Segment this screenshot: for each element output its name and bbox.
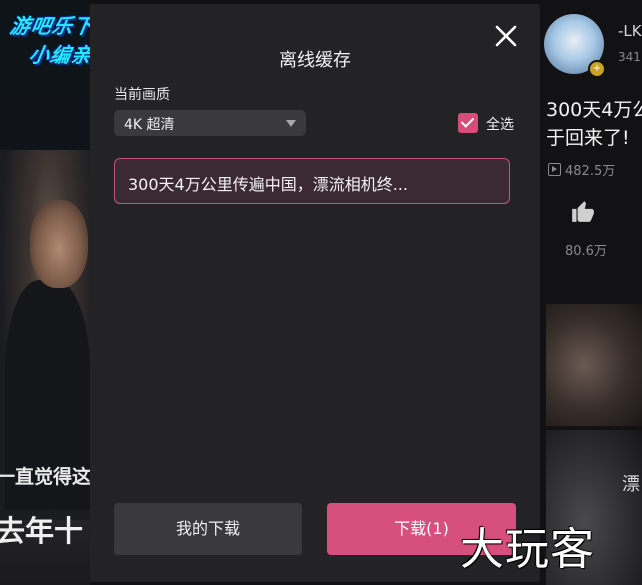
related-video-thumbnail[interactable] bbox=[546, 304, 642, 426]
cache-item-title: 300天4万公里传遍中国，漂流相机终... bbox=[128, 175, 408, 194]
thumbs-up-icon[interactable] bbox=[570, 198, 596, 231]
caret-down-icon bbox=[286, 120, 296, 127]
play-icon bbox=[548, 163, 561, 176]
my-downloads-button[interactable]: 我的下载 bbox=[114, 503, 302, 555]
video-info-panel: + -LK 341 300天4万公 于回来了! 482.5万 80.6万 漂 bbox=[540, 0, 642, 585]
watermark-bottom-right: 大玩客 bbox=[460, 524, 595, 575]
video-title-line-1: 300天4万公 bbox=[546, 99, 642, 121]
plus-icon[interactable]: + bbox=[588, 60, 606, 78]
play-count-value: 482.5万 bbox=[565, 164, 616, 179]
video-panel-left: 一直觉得这 去年十 bbox=[0, 0, 90, 585]
select-all-label: 全选 bbox=[486, 117, 514, 133]
offline-cache-dialog: 离线缓存 当前画质 4K 超清 全选 300天4万公里传遍中国，漂流相机终...… bbox=[90, 4, 540, 582]
cache-item[interactable]: 300天4万公里传遍中国，漂流相机终... bbox=[114, 158, 510, 204]
author-name[interactable]: -LK bbox=[618, 22, 642, 40]
close-icon bbox=[495, 25, 517, 47]
video-title: 300天4万公 于回来了! bbox=[546, 96, 642, 152]
quality-value: 4K 超清 bbox=[124, 117, 175, 133]
follower-count: 341 bbox=[618, 50, 641, 64]
quality-dropdown[interactable]: 4K 超清 bbox=[114, 110, 306, 136]
video-caption-2: 去年十 bbox=[0, 514, 84, 548]
video-caption-1: 一直觉得这 bbox=[0, 466, 90, 488]
video-person-head bbox=[30, 200, 88, 288]
quality-label: 当前画质 bbox=[114, 87, 170, 103]
play-count: 482.5万 bbox=[548, 160, 615, 179]
like-count: 80.6万 bbox=[565, 244, 607, 259]
thumbnail-text: 漂 bbox=[622, 474, 640, 495]
dialog-title: 离线缓存 bbox=[279, 50, 351, 71]
checkbox-checked-icon[interactable] bbox=[458, 113, 478, 133]
close-button[interactable] bbox=[490, 20, 522, 52]
video-title-line-2: 于回来了! bbox=[546, 127, 630, 149]
